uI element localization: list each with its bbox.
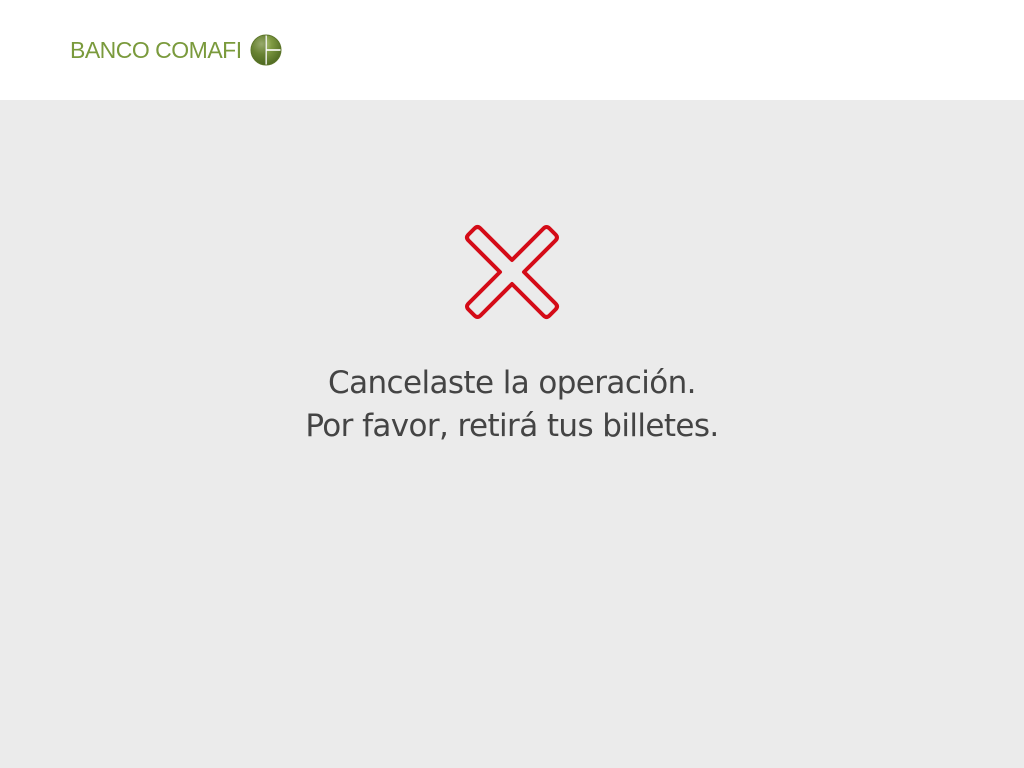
header-bar: BANCO COMAFI: [0, 0, 1024, 100]
main-content: Cancelaste la operación. Por favor, reti…: [0, 100, 1024, 768]
atm-screen: BANCO COMAFI Cancelaste la operación. Po…: [0, 0, 1024, 768]
message-line-cancelled: Cancelaste la operación.: [328, 365, 697, 401]
globe-logo-icon: [250, 34, 282, 66]
cancel-x-icon: [465, 225, 559, 319]
status-message: Cancelaste la operación. Por favor, reti…: [0, 362, 1024, 448]
message-line-withdraw-bills: Por favor, retirá tus billetes.: [305, 408, 719, 444]
brand-logo: BANCO COMAFI: [70, 32, 282, 68]
brand-name: BANCO COMAFI: [70, 37, 242, 63]
